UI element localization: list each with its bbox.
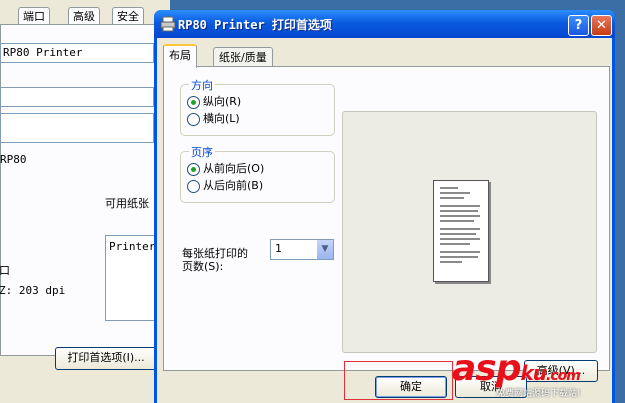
page-order-label: 页序 xyxy=(189,144,215,160)
page-preview-icon xyxy=(433,180,489,282)
page-order-group: 页序 从前向后(O) 从后向前(B) xyxy=(180,144,335,203)
orientation-label: 方向 xyxy=(189,77,215,93)
back-to-front-radio[interactable] xyxy=(187,179,200,193)
help-button[interactable]: ? xyxy=(568,15,589,36)
resolution-text: Z: 203 dpi xyxy=(0,284,66,297)
front-to-back-radio[interactable] xyxy=(187,162,200,176)
ok-button[interactable]: 确定 xyxy=(375,376,447,398)
watermark-text: aspku.com xyxy=(452,348,581,389)
comment-field[interactable] xyxy=(0,113,154,143)
background-tab-panel: RP80 Printer RP80 可用纸张 Printer 口 Z: 203 … xyxy=(0,24,170,370)
pages-per-sheet-value: 1 xyxy=(275,242,282,255)
chevron-down-icon[interactable]: ▼ xyxy=(317,240,333,259)
pages-per-sheet-label-line2: 页数(S): xyxy=(182,260,224,273)
close-button[interactable]: ✕ xyxy=(591,15,612,36)
landscape-option[interactable]: 横向(L) xyxy=(187,112,240,126)
printing-preferences-dialog: RP80 Printer 打印首选项 ? ✕ 布局 纸张/质量 方向 纵向(R)… xyxy=(154,10,615,403)
watermark-logo: aspku.com 免费网站源码下载站! xyxy=(452,348,622,400)
tab-advanced[interactable]: 高级 xyxy=(68,7,100,25)
dialog-title: RP80 Printer 打印首选项 xyxy=(178,18,332,32)
tab-paper-quality[interactable]: 纸张/质量 xyxy=(213,47,273,67)
location-field[interactable] xyxy=(0,87,154,107)
landscape-radio[interactable] xyxy=(187,112,200,126)
ports-label: 口 xyxy=(0,264,10,277)
back-to-front-label: 从后向前(B) xyxy=(203,179,264,192)
front-to-back-option[interactable]: 从前向后(O) xyxy=(187,162,264,176)
layout-tab-page: 方向 纵向(R) 横向(L) 页序 从前向后(O) 从后向前(B) 每张纸打印的… xyxy=(163,66,610,382)
desktop-background xyxy=(615,10,625,403)
paper-available-label: 可用纸张 xyxy=(105,197,149,210)
pages-per-sheet-label-line1: 每张纸打印的 xyxy=(182,247,248,260)
portrait-option[interactable]: 纵向(R) xyxy=(187,95,241,109)
tab-layout[interactable]: 布局 xyxy=(163,44,197,68)
print-preferences-button[interactable]: 打印首选项(I)... xyxy=(55,347,157,370)
watermark-subtitle: 免费网站源码下载站! xyxy=(496,389,581,399)
portrait-radio[interactable] xyxy=(187,95,200,109)
front-to-back-label: 从前向后(O) xyxy=(203,162,265,175)
pages-per-sheet-select[interactable]: 1 ▼ xyxy=(270,239,334,260)
printer-icon xyxy=(160,16,176,32)
background-properties-window: 端口 高级 安全 RP80 Printer RP80 可用纸张 Printer … xyxy=(0,0,170,403)
landscape-label: 横向(L) xyxy=(203,112,240,125)
printer-name-field[interactable]: RP80 Printer xyxy=(0,43,154,63)
title-bar[interactable]: RP80 Printer 打印首选项 ? ✕ xyxy=(154,10,615,38)
tab-security[interactable]: 安全 xyxy=(112,7,144,25)
portrait-label: 纵向(R) xyxy=(203,95,242,108)
pages-per-sheet-label: 每张纸打印的 页数(S): xyxy=(182,247,248,273)
tab-ports[interactable]: 端口 xyxy=(18,7,50,25)
layout-preview xyxy=(342,111,597,353)
model-text: RP80 xyxy=(0,153,27,166)
back-to-front-option[interactable]: 从后向前(B) xyxy=(187,179,263,193)
paper-list-item[interactable]: Printer xyxy=(109,240,155,253)
orientation-group: 方向 纵向(R) 横向(L) xyxy=(180,77,335,136)
